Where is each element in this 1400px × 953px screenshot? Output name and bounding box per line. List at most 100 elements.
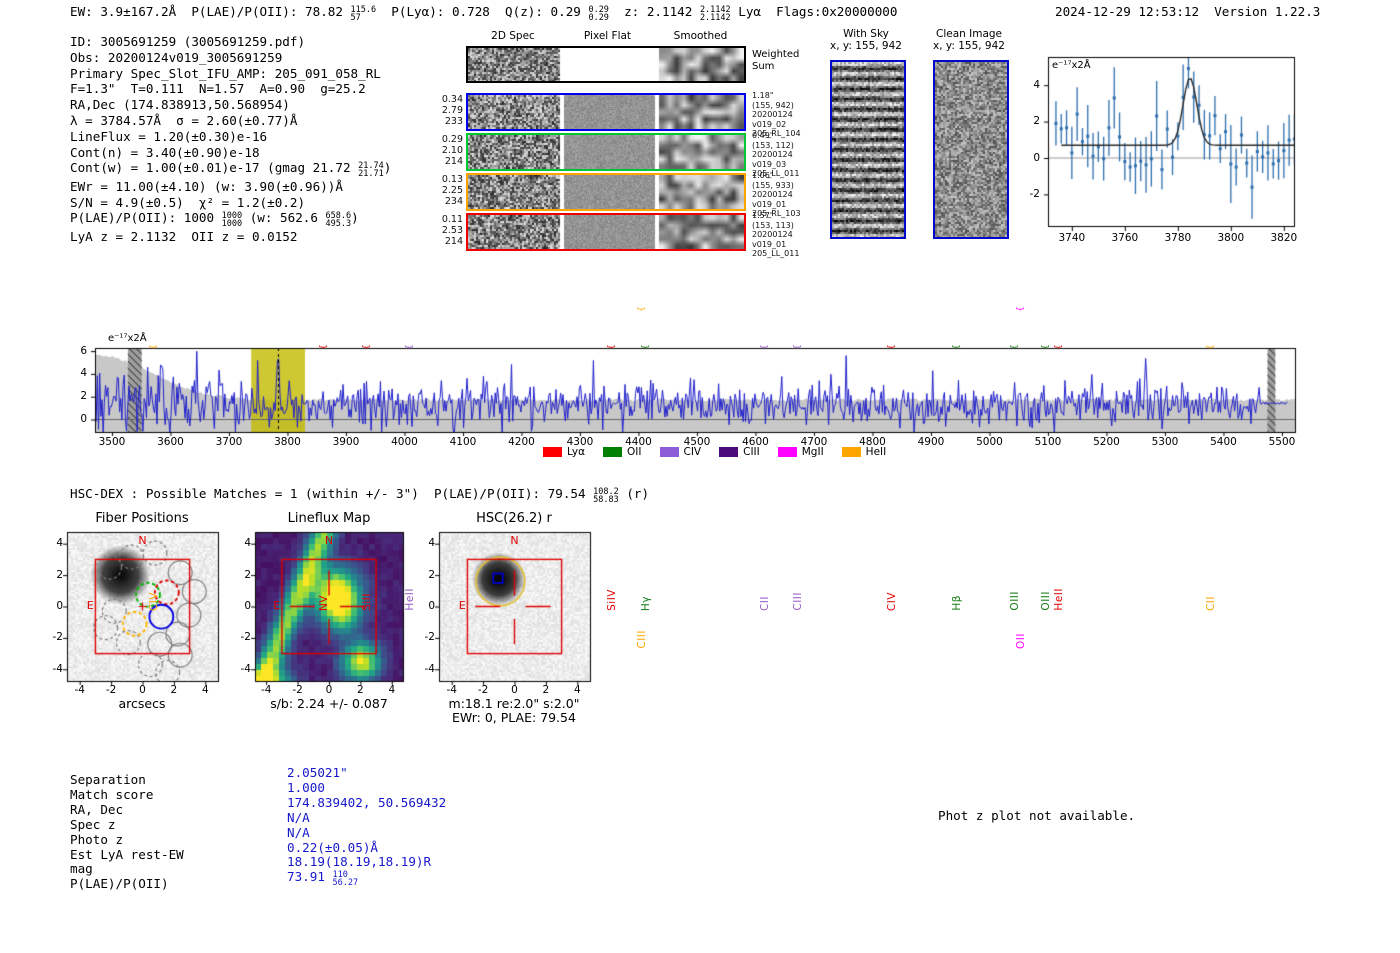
cutout-y-tick: -4	[52, 662, 63, 675]
match-row-value: 73.91 110 56.27	[287, 869, 359, 889]
match-row-value: 0.22(±0.05)Å	[287, 839, 378, 855]
info-line: ID: 3005691259 (3005691259.pdf)	[70, 34, 306, 49]
match-row-label: Spec z	[70, 816, 116, 832]
spec2d-row-image	[468, 48, 744, 81]
legend-item: OII	[603, 446, 642, 458]
legend-label: HeII	[865, 446, 887, 458]
with-sky-image	[832, 62, 904, 237]
sky-panel-title: With Sky x, y: 155, 942	[830, 28, 902, 52]
match-row-label: Separation	[70, 772, 146, 787]
match-row-label: Est LyA rest-EW	[70, 846, 184, 862]
spec2d-row-stats: 0.29 2.10 214	[441, 134, 463, 167]
sky-panel-title: Clean Image x, y: 155, 942	[933, 28, 1005, 52]
full-spectrum-plot	[89, 342, 1303, 446]
legend-item: CIII	[719, 446, 760, 458]
inset-unit-label: e⁻¹⁷x2Å	[1052, 60, 1091, 71]
spec2d-row-image	[468, 175, 744, 209]
spec2d-row-image	[468, 135, 744, 169]
stacked-fraction: 1000 1000	[221, 210, 243, 230]
inset-y-tick: -2	[1029, 187, 1040, 200]
emission-line-legend: Lyα OII CIV CIII MgII HeII	[543, 446, 886, 458]
hsc-match-summary: HSC-DEX : Possible Matches = 1 (within +…	[70, 486, 650, 505]
hsc-xlabel2: EWr: 0, PLAE: 79.54	[452, 710, 576, 725]
header-summary: EW: 3.9±167.2Å P(LAE)/P(OII): 78.82 115.…	[70, 4, 898, 23]
spectrum-y-tick: 2	[80, 390, 87, 403]
cutout-y-tick: 2	[244, 568, 251, 581]
info-line: Cont(n) = 3.40(±0.90)e-18	[70, 144, 260, 160]
legend-swatch-icon	[603, 447, 623, 457]
spectrum-y-tick: 0	[80, 413, 87, 425]
legend-swatch-icon	[719, 447, 739, 457]
spec2d-row-stats: 0.13 2.25 234	[441, 174, 463, 207]
info-line: P(LAE)/P(OII): 1000 1000 1000 (w: 562.6 6…	[70, 210, 359, 230]
match-row-label: Photo z	[70, 831, 124, 847]
legend-item: MgII	[777, 446, 824, 458]
legend-swatch-icon	[659, 447, 679, 457]
header-timestamp-version: 2024-12-29 12:53:12 Version 1.22.3	[1055, 4, 1321, 19]
info-line: LineFlux = 1.20(±0.30)e-16	[70, 128, 268, 144]
detection-info-block: ID: 3005691259 (3005691259.pdf) Obs: 2020…	[70, 34, 391, 245]
info-line: Obs: 20200124v019_3005691259	[70, 49, 283, 65]
info-line: λ = 3784.57Å σ = 2.60(±0.77)Å	[70, 112, 298, 128]
cutout-y-tick: 0	[244, 600, 251, 612]
match-row-value: N/A	[287, 809, 310, 825]
emission-line-label: CIII	[635, 630, 648, 649]
line-fit-plot	[1042, 51, 1301, 235]
spec2d-row-stats: 0.34 2.79 233	[441, 94, 463, 127]
spectrum-y-tick: 6	[80, 344, 87, 357]
cutout-y-tick: -2	[240, 631, 251, 644]
spec2d-row-image	[468, 95, 744, 129]
match-row-value: 1.000	[287, 779, 325, 795]
match-row-value: N/A	[287, 824, 310, 840]
legend-label: OII	[627, 446, 642, 458]
clean-image	[935, 62, 1007, 237]
spec2d-row-image	[468, 215, 744, 249]
spec2d-column-header: Pixel Flat	[583, 30, 632, 42]
emission-line-label: CIV	[885, 591, 898, 611]
info-line: S/N = 4.9(±0.5) χ² = 1.2(±0.2)	[70, 194, 306, 210]
emission-line-label: CIII	[792, 592, 805, 611]
spec2d-row-stats: 0.11 2.53 214	[441, 214, 463, 247]
legend-swatch-icon	[543, 447, 562, 457]
emission-line-bracket-icon: {	[1016, 306, 1027, 312]
info-line: Primary Spec_Slot_IFU_AMP: 205_091_058_R…	[70, 65, 381, 81]
match-row-label: RA, Dec	[70, 801, 124, 817]
legend-label: Lyα	[567, 446, 586, 458]
spec2d-column-header: Smoothed	[673, 30, 728, 42]
emission-line-label: CII	[758, 595, 771, 611]
info-line: Cont(w) = 1.00(±0.01)e-17 (gmag 21.72 21…	[70, 160, 392, 180]
photz-unavailable-notice: Phot z plot not available.	[938, 808, 1136, 823]
emission-line-label: SiIV	[606, 589, 619, 611]
sky-panel-image	[933, 60, 1009, 239]
hsc-cutout-plot	[433, 526, 596, 687]
spec2d-row	[466, 93, 746, 131]
cutout-y-tick: 4	[428, 537, 435, 550]
match-row-value: 2.05021"	[287, 765, 348, 780]
spec2d-row	[466, 213, 746, 251]
info-line: LyA z = 2.1132 OII z = 0.0152	[70, 228, 298, 244]
stacked-fraction: 110 56.27	[332, 869, 359, 889]
cutout-y-tick: -4	[424, 662, 435, 675]
fiber-positions-plot	[61, 526, 224, 687]
stacked-fraction: 658.6 495.3	[325, 210, 352, 230]
emission-line-label: Hγ	[640, 595, 653, 611]
stacked-fraction: 115.6 57	[350, 4, 377, 23]
cutout-y-tick: -2	[52, 631, 63, 644]
inset-y-tick: 4	[1033, 78, 1040, 91]
legend-item: HeII	[841, 446, 887, 458]
cutout-y-tick: 0	[428, 600, 435, 612]
info-line: EWr = 11.00(±4.10) (w: 3.90(±0.96))Å	[70, 178, 343, 194]
legend-swatch-icon	[841, 447, 861, 457]
legend-item: Lyα	[543, 446, 585, 458]
match-row-value: 174.839402, 50.569432	[287, 794, 447, 810]
cutout-y-tick: 0	[56, 600, 63, 612]
inset-y-tick: 2	[1033, 115, 1040, 128]
emission-line-label: Hβ	[950, 595, 963, 611]
spec2d-column-header: 2D Spec	[491, 30, 535, 42]
match-row-label: mag	[70, 861, 93, 877]
cutout-y-tick: -4	[240, 662, 251, 675]
lineflux-map-plot	[249, 526, 409, 687]
sky-panel-image	[830, 60, 906, 239]
spec2d-row	[466, 173, 746, 211]
cutout-y-tick: 2	[428, 568, 435, 581]
